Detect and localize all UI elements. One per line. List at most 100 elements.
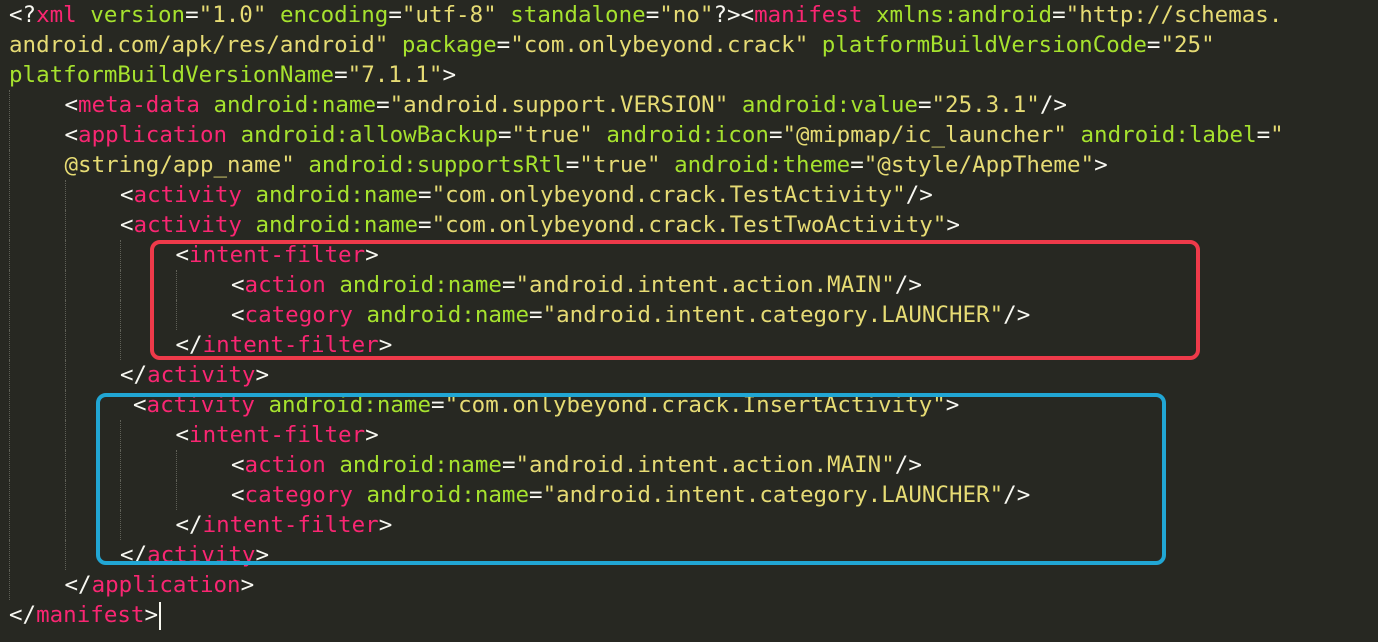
- token-punctuation: />: [1039, 92, 1067, 118]
- code-line-content: </manifest>: [9, 600, 162, 630]
- token-whitespace: [255, 392, 269, 418]
- code-line[interactable]: android.com/apk/res/android" package="co…: [9, 30, 1378, 60]
- code-lines[interactable]: <?xml version="1.0" encoding="utf-8" sta…: [9, 0, 1378, 630]
- indent-guide: [64, 540, 66, 570]
- token-string-value: "com.onlybeyond.crack": [510, 32, 809, 58]
- token-punctuation: />: [1003, 302, 1031, 328]
- code-line[interactable]: <activity android:name="com.onlybeyond.c…: [9, 180, 1378, 210]
- token-punctuation: >: [378, 332, 393, 358]
- token-attribute-name: android:name: [255, 182, 419, 208]
- indent-guide: [9, 150, 10, 180]
- token-punctuation: =: [334, 62, 348, 88]
- code-editor[interactable]: <?xml version="1.0" encoding="utf-8" sta…: [0, 0, 1378, 642]
- code-line-content: <activity android:name="com.onlybeyond.c…: [133, 390, 959, 420]
- code-line-content: platformBuildVersionName="7.1.1">: [9, 60, 456, 90]
- token-punctuation: =: [185, 2, 199, 28]
- token-punctuation: >: [378, 512, 393, 538]
- token-punctuation: =: [418, 182, 432, 208]
- code-line-content: </intent-filter>: [176, 510, 393, 540]
- token-string-value: "http://schemas.: [1065, 2, 1283, 28]
- token-whitespace: [266, 2, 280, 28]
- token-attribute-name: xmlns:android: [876, 2, 1053, 28]
- code-line[interactable]: <action android:name="android.intent.act…: [9, 270, 1378, 300]
- indent-guide: [64, 270, 66, 300]
- code-line[interactable]: <application android:allowBackup="true" …: [9, 120, 1378, 150]
- code-line[interactable]: <action android:name="android.intent.act…: [9, 450, 1378, 480]
- token-whitespace: [661, 152, 675, 178]
- code-line[interactable]: <intent-filter>: [9, 420, 1378, 450]
- token-whitespace: [1067, 122, 1081, 148]
- token-punctuation: =: [431, 392, 445, 418]
- token-punctuation: >: [1094, 152, 1108, 178]
- token-string-value: "android.intent.action.MAIN": [515, 452, 895, 478]
- indent-guide: [120, 510, 121, 540]
- code-line[interactable]: <intent-filter>: [9, 240, 1378, 270]
- token-string-value: "@mipmap/ic_launcher": [782, 122, 1067, 148]
- token-punctuation: =: [917, 92, 932, 118]
- code-line[interactable]: <category android:name="android.intent.c…: [9, 480, 1378, 510]
- code-line[interactable]: <activity android:name="com.onlybeyond.c…: [9, 210, 1378, 240]
- indent-guide: [64, 480, 66, 510]
- token-whitespace: [353, 302, 367, 328]
- code-line[interactable]: </intent-filter>: [9, 510, 1378, 540]
- token-punctuation: <: [64, 92, 79, 118]
- token-punctuation: />: [1003, 482, 1031, 508]
- token-whitespace: [388, 32, 402, 58]
- code-line[interactable]: </activity>: [9, 540, 1378, 570]
- token-punctuation: >: [946, 212, 960, 238]
- token-punctuation: =: [1146, 32, 1161, 58]
- indent-guide: [9, 450, 10, 480]
- token-punctuation: ?><: [713, 2, 755, 28]
- indent-guide: [9, 420, 10, 450]
- code-line[interactable]: </application>: [9, 570, 1378, 600]
- indent-guide: [9, 270, 10, 300]
- token-attribute-name: encoding: [279, 2, 389, 28]
- token-attribute-name: android:name: [366, 302, 530, 328]
- code-line[interactable]: </activity>: [9, 360, 1378, 390]
- code-line[interactable]: <category android:name="android.intent.c…: [9, 300, 1378, 330]
- token-string-value: "com.onlybeyond.crack.InsertActivity": [444, 392, 946, 418]
- token-punctuation: =: [376, 92, 390, 118]
- code-line[interactable]: </intent-filter>: [9, 330, 1378, 360]
- token-attribute-name: platformBuildVersionCode: [821, 32, 1147, 58]
- text-cursor: [159, 601, 162, 630]
- code-line-content: android.com/apk/res/android" package="co…: [9, 30, 1215, 60]
- token-string-value: "1.0": [198, 2, 267, 28]
- code-line[interactable]: <meta-data android:name="android.support…: [9, 90, 1378, 120]
- token-punctuation: >: [144, 602, 159, 628]
- code-line[interactable]: @string/app_name" android:supportsRtl="t…: [9, 150, 1378, 180]
- indent-guide: [9, 570, 10, 600]
- token-punctuation: =: [501, 272, 516, 298]
- token-whitespace: [242, 182, 256, 208]
- indent-guide: [9, 330, 10, 360]
- token-punctuation: </: [175, 332, 203, 358]
- token-whitespace: [808, 32, 822, 58]
- token-whitespace: [200, 92, 214, 118]
- indent-guide: [9, 390, 10, 420]
- code-line-content: <action android:name="android.intent.act…: [231, 270, 922, 300]
- token-attribute-name: android:name: [339, 452, 502, 478]
- token-string-value: "android.intent.category.LAUNCHER": [542, 302, 1004, 328]
- token-punctuation: >: [255, 362, 270, 388]
- token-string-value: "true": [579, 152, 661, 178]
- token-punctuation: <: [64, 122, 79, 148]
- code-line[interactable]: </manifest>: [9, 600, 1378, 630]
- indent-guide: [64, 180, 66, 210]
- token-string-value: "no": [659, 2, 714, 28]
- token-attribute-name: standalone: [510, 2, 646, 28]
- indent-guide: [175, 300, 177, 330]
- token-string-value: "android.support.VERSION": [389, 92, 729, 118]
- token-attribute-name: android:supportsRtl: [308, 152, 566, 178]
- code-line[interactable]: <?xml version="1.0" encoding="utf-8" sta…: [9, 0, 1378, 30]
- token-punctuation: =: [1256, 122, 1271, 148]
- indent-guide: [64, 330, 66, 360]
- token-tag-name: intent-filter: [202, 512, 379, 538]
- token-string-value: "utf-8": [401, 2, 497, 28]
- code-line[interactable]: <activity android:name="com.onlybeyond.c…: [9, 390, 1378, 420]
- code-line-content: <meta-data android:name="android.support…: [65, 90, 1067, 120]
- token-punctuation: =: [418, 212, 432, 238]
- indent-guide: [64, 450, 66, 480]
- token-attribute-name: android:allowBackup: [240, 122, 498, 148]
- code-line[interactable]: platformBuildVersionName="7.1.1">: [9, 60, 1378, 90]
- indent-guide: [64, 420, 66, 450]
